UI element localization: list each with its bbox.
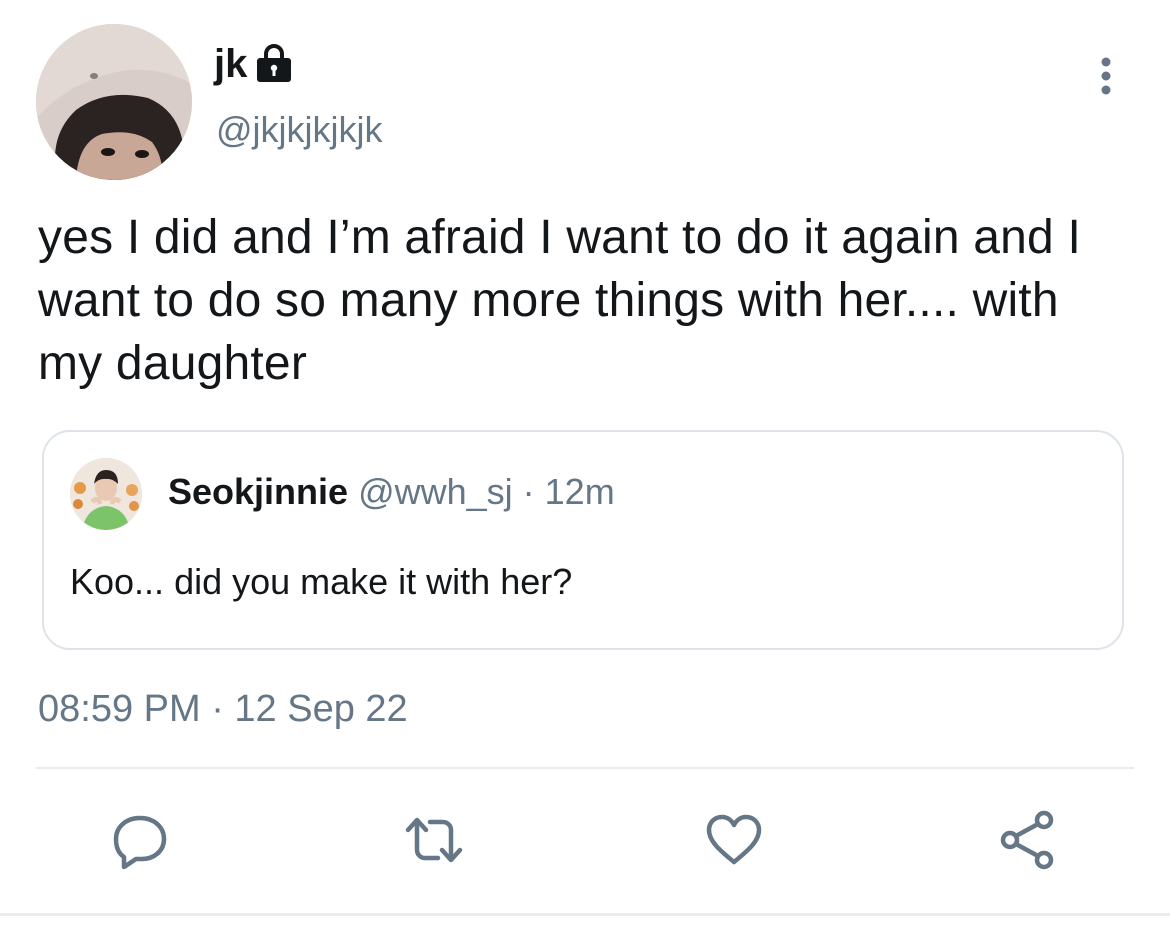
quoted-tweet-time: · 12m: [512, 471, 615, 512]
retweet-icon[interactable]: [402, 808, 466, 872]
lock-icon: [255, 43, 293, 88]
divider: [36, 767, 1134, 769]
bottom-divider: [0, 913, 1170, 916]
heart-icon[interactable]: [702, 808, 766, 872]
quoted-tweet-header: Seokjinnie @wwh_sj · 12m: [168, 470, 615, 514]
quoted-author-handle[interactable]: @wwh_sj: [358, 471, 513, 512]
tweet-timestamp: 08:59 PM · 12 Sep 22: [38, 688, 408, 730]
share-icon[interactable]: [996, 808, 1060, 872]
more-vertical-icon[interactable]: [1086, 54, 1126, 98]
quoted-author-name[interactable]: Seokjinnie: [168, 471, 348, 512]
quoted-tweet-card[interactable]: Seokjinnie @wwh_sj · 12m Koo... did you …: [42, 430, 1124, 650]
reply-icon[interactable]: [108, 808, 172, 872]
author-name-row: jk: [214, 40, 293, 88]
author-name[interactable]: jk: [214, 40, 247, 88]
author-handle[interactable]: @jkjkjkjkjk: [216, 108, 383, 152]
author-avatar[interactable]: [36, 24, 192, 180]
quoted-author-avatar[interactable]: [70, 458, 142, 530]
quoted-tweet-text: Koo... did you make it with her?: [70, 561, 573, 602]
tweet-text: yes I did and I’m afraid I want to do it…: [38, 211, 1082, 390]
